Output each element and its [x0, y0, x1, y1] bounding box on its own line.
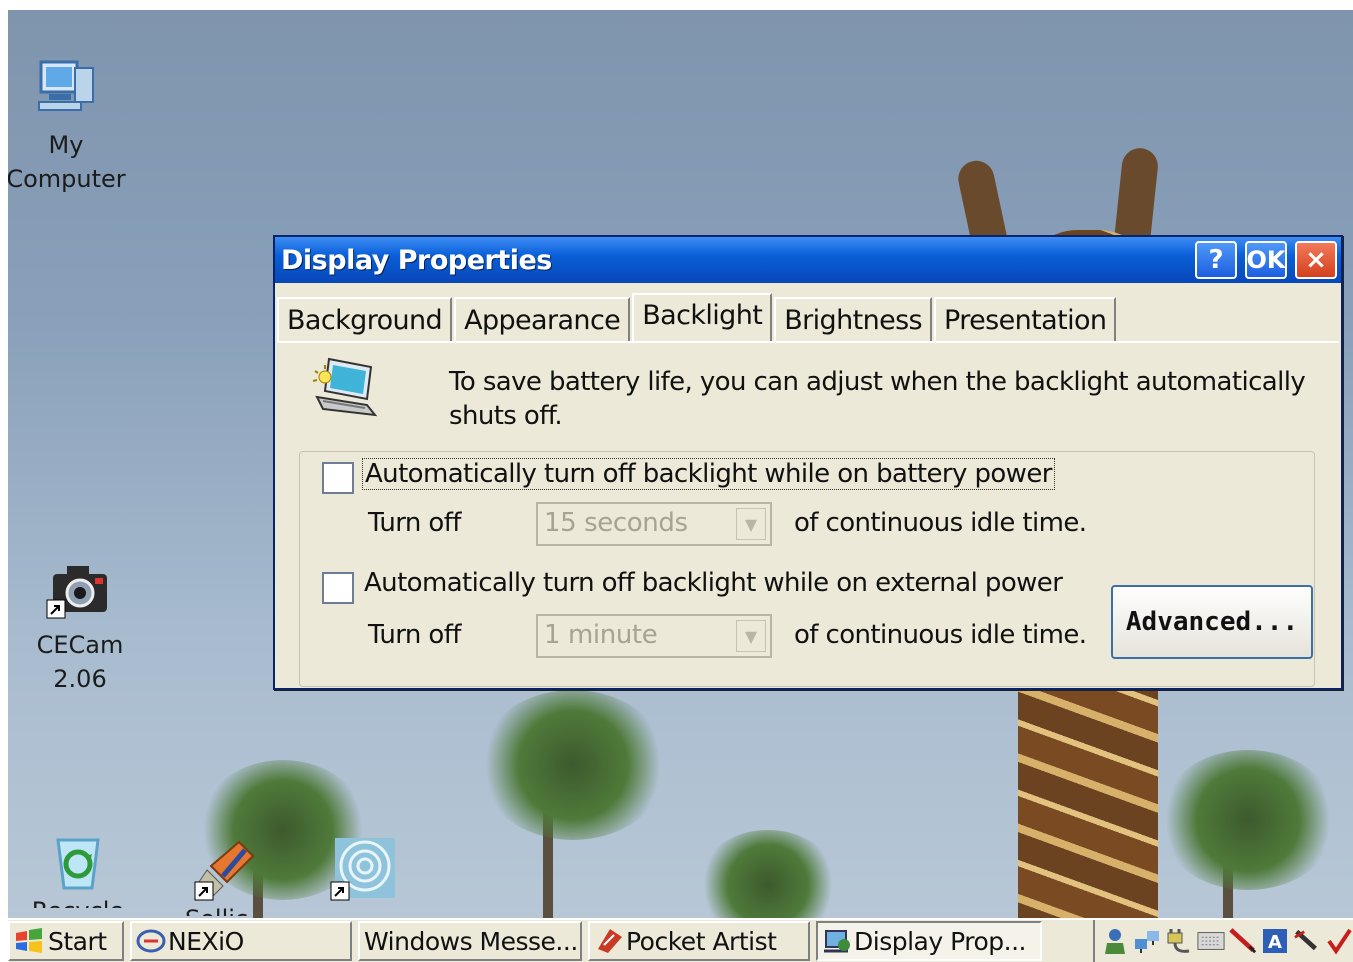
- dialog-titlebar[interactable]: Display Properties ? OK ×: [275, 237, 1341, 283]
- task-label: Display Prop...: [854, 926, 1026, 956]
- desktop-icon-recycle-bin[interactable]: Recycle Bin: [18, 830, 138, 908]
- start-label: Start: [48, 926, 107, 956]
- power-plug-icon[interactable]: [1165, 926, 1193, 956]
- desktop-icon-label: Sollic...: [168, 902, 288, 916]
- tab-strip: Background Appearance Backlight Brightne…: [277, 293, 1118, 341]
- tab-background[interactable]: Background: [277, 297, 453, 341]
- dialog-title: Display Properties: [281, 244, 552, 276]
- intro-text: To save battery life, you can adjust whe…: [449, 367, 1306, 431]
- task-display-properties[interactable]: Display Prop...: [816, 921, 1042, 961]
- user-icon[interactable]: [1101, 926, 1129, 956]
- external-timeout-select[interactable]: 1 minute ▼: [536, 614, 772, 658]
- task-pocket-artist[interactable]: Pocket Artist: [588, 921, 810, 961]
- external-power-label[interactable]: Automatically turn off backlight while o…: [364, 568, 1063, 598]
- display-properties-icon: [824, 930, 850, 953]
- task-label: NEXiO: [168, 926, 244, 956]
- battery-turn-off-label: Turn off: [368, 508, 461, 538]
- tab-backlight[interactable]: Backlight: [632, 293, 773, 341]
- my-computer-icon: [38, 60, 94, 111]
- tab-appearance[interactable]: Appearance: [454, 297, 631, 341]
- paint-shortcut-icon: [194, 840, 255, 901]
- windows-flag-icon: [16, 928, 42, 953]
- input-a-icon[interactable]: A: [1261, 926, 1289, 956]
- desktop-icon-spiral[interactable]: [304, 836, 424, 902]
- start-button[interactable]: Start: [8, 921, 124, 961]
- desktop-icon-label: CECam 2.06: [36, 631, 124, 693]
- external-timeout-value: 1 minute: [544, 620, 658, 650]
- laptop-backlight-icon: [312, 357, 378, 417]
- desktop-icon-cecam[interactable]: CECam 2.06: [20, 560, 140, 696]
- desktop-icon-paint[interactable]: Sollic...: [168, 836, 288, 916]
- external-power-checkbox[interactable]: [322, 572, 354, 604]
- stylus-icon[interactable]: [1293, 926, 1321, 956]
- help-button[interactable]: ?: [1195, 241, 1237, 279]
- external-idle-suffix: of continuous idle time.: [794, 620, 1087, 650]
- check-icon[interactable]: [1325, 926, 1353, 956]
- battery-power-checkbox[interactable]: [322, 462, 354, 494]
- backlight-tab-panel: To save battery life, you can adjust whe…: [277, 341, 1339, 687]
- system-tray: A: [1093, 920, 1353, 962]
- battery-idle-suffix: of continuous idle time.: [794, 508, 1087, 538]
- desktop-icon-my-computer[interactable]: My Computer: [8, 54, 126, 196]
- task-label: Pocket Artist: [626, 926, 777, 956]
- close-button[interactable]: ×: [1295, 241, 1337, 279]
- desktop-icon-label: My Computer: [8, 131, 126, 193]
- nexio-icon: [136, 929, 166, 953]
- external-turn-off-label: Turn off: [368, 620, 461, 650]
- task-windows-messenger[interactable]: Windows Messe...: [358, 921, 582, 961]
- camera-icon: [46, 566, 107, 619]
- taskbar: Start NEXiO Windows Messe... Pocket Arti…: [8, 918, 1353, 962]
- svg-text:A: A: [1268, 932, 1282, 953]
- tab-brightness[interactable]: Brightness: [774, 297, 933, 341]
- advanced-button[interactable]: Advanced...: [1111, 585, 1313, 659]
- network-icon[interactable]: [1133, 926, 1161, 956]
- pen-icon[interactable]: [1229, 926, 1257, 956]
- desktop-icon-label: Recycle Bin: [18, 894, 138, 908]
- recycle-bin-icon: [56, 838, 100, 890]
- keyboard-icon[interactable]: [1197, 926, 1225, 956]
- pocket-artist-icon: [598, 929, 622, 953]
- tab-presentation[interactable]: Presentation: [934, 297, 1117, 341]
- display-properties-dialog: Display Properties ? OK × Background App…: [273, 235, 1343, 690]
- battery-timeout-select[interactable]: 15 seconds ▼: [536, 502, 772, 546]
- battery-timeout-value: 15 seconds: [544, 508, 688, 538]
- chevron-down-icon: ▼: [736, 508, 766, 540]
- chevron-down-icon: ▼: [736, 620, 766, 652]
- spiral-shortcut-icon: [330, 838, 395, 901]
- ok-button[interactable]: OK: [1245, 241, 1287, 279]
- task-label: Windows Messe...: [364, 926, 578, 956]
- task-nexio[interactable]: NEXiO: [130, 921, 352, 961]
- battery-power-label[interactable]: Automatically turn off backlight while o…: [362, 458, 1055, 490]
